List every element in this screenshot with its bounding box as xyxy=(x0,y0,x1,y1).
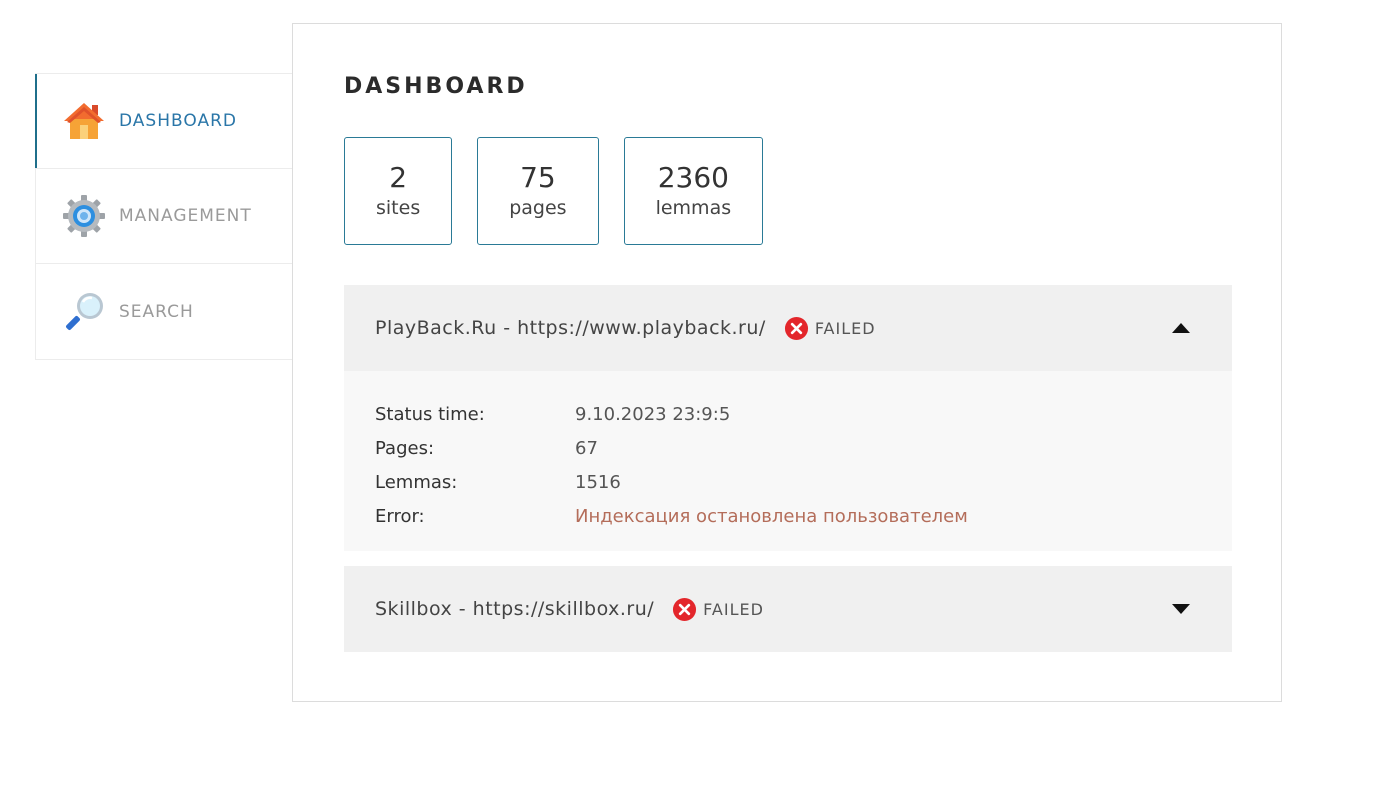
magnifier-icon xyxy=(62,290,106,334)
status-text: FAILED xyxy=(703,599,764,619)
stat-lemmas: 2360 lemmas xyxy=(623,137,764,245)
stat-pages: 75 pages xyxy=(477,137,599,245)
site-accordion-skillbox: Skillbox - https://skillbox.ru/ FAILED xyxy=(344,566,1232,652)
stat-sites: 2 sites xyxy=(344,137,453,245)
detail-value: 1516 xyxy=(575,471,621,493)
stat-value: 2 xyxy=(389,161,408,194)
stat-label: pages xyxy=(509,197,567,219)
site-details: Status time: 9.10.2023 23:9:5 Pages: 67 … xyxy=(344,371,1232,551)
gear-icon xyxy=(62,194,106,238)
detail-label: Pages: xyxy=(375,437,435,459)
detail-label: Error: xyxy=(375,505,425,527)
sidebar-item-management[interactable]: MANAGEMENT xyxy=(36,169,292,264)
stat-label: lemmas xyxy=(655,197,732,219)
sidebar-item-label: SEARCH xyxy=(119,301,194,322)
detail-row-status-time: Status time: 9.10.2023 23:9:5 xyxy=(375,397,1201,431)
sidebar-item-search[interactable]: SEARCH xyxy=(36,264,292,359)
error-message: Индексация остановлена пользователем xyxy=(575,505,968,527)
site-name: PlayBack.Ru - https://www.playback.ru/ xyxy=(375,317,766,339)
sidebar-item-label: DASHBOARD xyxy=(119,111,237,131)
sidebar-item-dashboard[interactable]: DASHBOARD xyxy=(35,74,292,169)
detail-row-pages: Pages: 67 xyxy=(375,431,1201,465)
site-name: Skillbox - https://skillbox.ru/ xyxy=(375,598,655,620)
site-accordion-playback: PlayBack.Ru - https://www.playback.ru/ F… xyxy=(344,285,1232,551)
site-header[interactable]: PlayBack.Ru - https://www.playback.ru/ F… xyxy=(344,285,1232,371)
site-header[interactable]: Skillbox - https://skillbox.ru/ FAILED xyxy=(344,566,1232,652)
detail-value: 9.10.2023 23:9:5 xyxy=(575,403,731,425)
status-text: FAILED xyxy=(814,318,876,338)
stat-value: 75 xyxy=(520,161,556,194)
stats-row: 2 sites 75 pages 2360 lemmas xyxy=(344,137,764,245)
chevron-up-icon[interactable] xyxy=(1170,321,1192,335)
dashboard-panel: DASHBOARD 2 sites 75 pages 2360 lemmas P… xyxy=(292,23,1282,702)
sidebar-nav: DASHBOARD MANAGEMENT SEARCH xyxy=(35,73,292,360)
detail-label: Lemmas: xyxy=(375,471,458,493)
detail-row-lemmas: Lemmas: 1516 xyxy=(375,465,1201,499)
chevron-down-icon[interactable] xyxy=(1170,602,1192,616)
status-badge: FAILED xyxy=(784,316,876,341)
stat-label: sites xyxy=(376,197,421,219)
error-icon xyxy=(784,316,808,340)
sidebar-item-label: MANAGEMENT xyxy=(119,206,252,226)
home-icon xyxy=(62,99,106,143)
detail-row-error: Error: Индексация остановлена пользовате… xyxy=(375,499,1201,533)
status-badge: FAILED xyxy=(672,597,764,622)
detail-value: 67 xyxy=(575,437,598,459)
stat-value: 2360 xyxy=(657,161,729,194)
detail-label: Status time: xyxy=(375,403,485,425)
error-icon xyxy=(673,597,697,621)
page-title: DASHBOARD xyxy=(344,74,528,99)
